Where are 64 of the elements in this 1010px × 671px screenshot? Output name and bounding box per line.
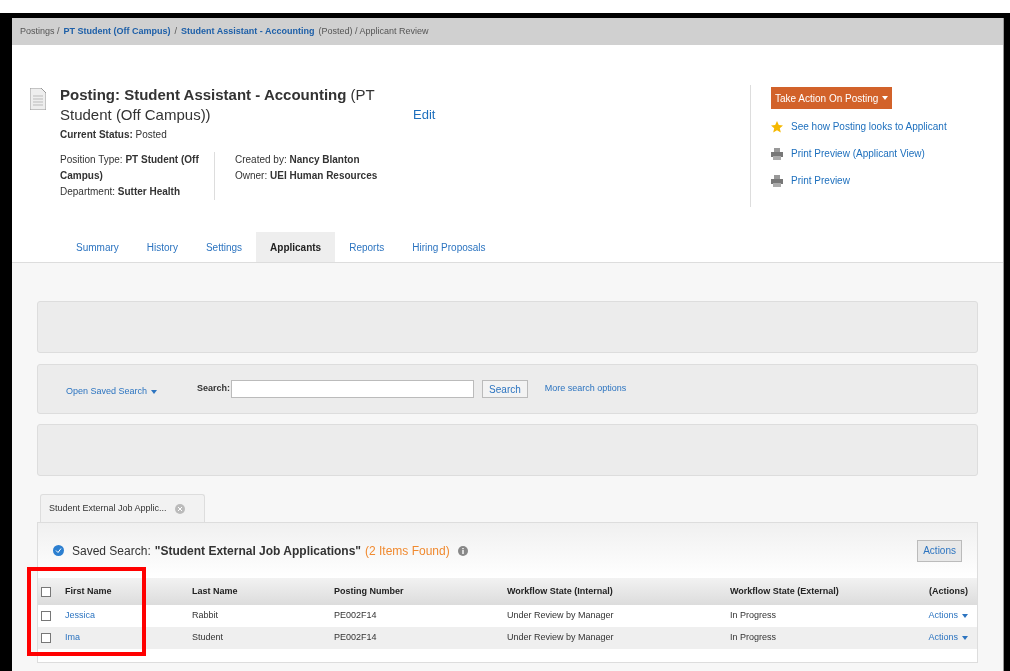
breadcrumb-text: / xyxy=(174,24,178,38)
action-link[interactable]: Print Preview xyxy=(791,173,850,188)
actions-button[interactable]: Actions xyxy=(917,539,962,562)
printer-icon xyxy=(771,147,783,160)
search-label: Search: xyxy=(197,382,231,396)
status-label: Current Status: xyxy=(60,129,133,140)
star-icon xyxy=(771,120,783,133)
breadcrumb-link[interactable]: PT Student (Off Campus) xyxy=(63,24,171,39)
row-actions-link[interactable]: Actions xyxy=(912,609,974,623)
caret-icon xyxy=(151,389,158,394)
row-actions-link[interactable]: Actions xyxy=(912,631,974,645)
detail-field: Department: Sutter Health xyxy=(60,184,206,200)
edit-link[interactable]: Edit xyxy=(413,105,436,125)
breadcrumb-text: (Posted) / Applicant Review xyxy=(318,24,429,38)
tab[interactable]: Summary xyxy=(62,232,133,262)
column-header: (Actions) xyxy=(928,584,969,598)
info-icon xyxy=(457,545,468,556)
caret-icon xyxy=(962,635,968,640)
detail-field: Created by: Nancy Blanton xyxy=(235,152,378,168)
table-cell-text: Rabbit xyxy=(192,609,219,623)
posting-title: Posting: Student Assistant - Accounting (PT Student (Off Campus)) xyxy=(60,85,376,125)
table-cell-text: In Progress xyxy=(730,631,778,645)
caret-icon xyxy=(882,96,889,100)
column-header: Workflow State (External) xyxy=(730,584,840,598)
results-tab[interactable]: Student External Job Applic... xyxy=(40,494,205,522)
column-header: Posting Number xyxy=(334,584,405,598)
saved-search-label: Saved Search: xyxy=(72,542,151,560)
applicant-name-link[interactable]: Ima xyxy=(65,631,192,645)
items-found-count: (2 Items Found) xyxy=(365,542,450,560)
status-value: Posted xyxy=(135,129,167,140)
tab[interactable]: Applicants xyxy=(256,232,336,262)
table-cell-text: Student xyxy=(192,631,225,645)
checkbox[interactable] xyxy=(41,586,51,597)
action-link[interactable]: See how Posting looks to Applicant xyxy=(791,119,947,134)
open-saved-search-link[interactable]: Open Saved Search xyxy=(66,385,158,399)
detail-field: Owner: UEI Human Resources xyxy=(235,168,378,184)
table-cell-text: Under Review by Manager xyxy=(507,631,615,645)
printer-icon xyxy=(771,174,783,187)
caret-icon xyxy=(962,613,968,618)
tab[interactable]: Reports xyxy=(335,232,399,262)
table-cell-text: Under Review by Manager xyxy=(507,609,615,623)
checkbox[interactable] xyxy=(41,633,51,643)
applicant-name-link[interactable]: Jessica xyxy=(65,609,192,623)
tab[interactable]: Hiring Proposals xyxy=(398,232,500,262)
check-circle-icon xyxy=(53,545,64,556)
breadcrumb-text: Postings / xyxy=(20,24,60,38)
checkbox[interactable] xyxy=(41,611,51,621)
column-header: Last Name xyxy=(192,584,239,598)
document-icon xyxy=(30,88,46,110)
tab[interactable]: History xyxy=(132,232,192,262)
detail-field: Position Type: PT Student (Off Campus) xyxy=(60,152,206,184)
search-button[interactable]: Search xyxy=(482,380,528,398)
action-link[interactable]: Print Preview (Applicant View) xyxy=(791,146,925,161)
saved-search-name: "Student External Job Applications" xyxy=(154,542,361,560)
more-search-options-link[interactable]: More search options xyxy=(544,382,627,396)
column-header: Workflow State (Internal) xyxy=(507,584,614,598)
breadcrumb-link[interactable]: Student Assistant - Accounting xyxy=(181,24,315,39)
table-cell-text: In Progress xyxy=(730,609,778,623)
tab[interactable]: Settings xyxy=(191,232,257,262)
column-header: First Name xyxy=(65,584,113,598)
take-action-button[interactable]: Take Action On Posting xyxy=(771,87,893,109)
table-cell-text: PE002F14 xyxy=(334,609,378,623)
table-cell-text: PE002F14 xyxy=(334,631,378,645)
search-field[interactable] xyxy=(231,380,475,398)
